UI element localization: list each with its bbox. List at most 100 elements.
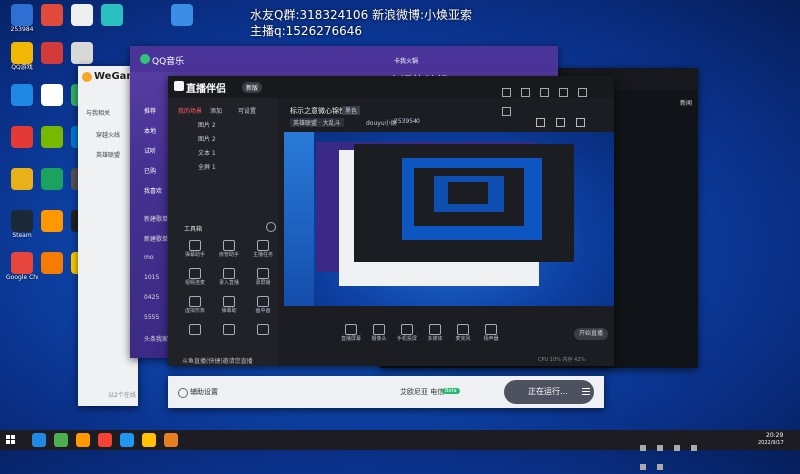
desktop-icon[interactable] — [36, 168, 68, 214]
desktop-icon[interactable] — [36, 42, 68, 88]
app-icon — [11, 210, 33, 232]
helper-game-select[interactable]: 艾欧尼亚 电信 — [400, 387, 444, 397]
toolbox-tool[interactable] — [218, 324, 240, 335]
desktop-icon[interactable] — [36, 210, 68, 256]
taskbar-app-icon[interactable] — [54, 433, 68, 447]
qqmusic-nav-item[interactable]: 推荐 — [144, 106, 156, 115]
room-category[interactable]: 英雄联盟 · 大乱斗 — [290, 118, 344, 127]
toolbox-tool[interactable]: 弹幕助手 — [184, 240, 206, 258]
taskbar-app-icon[interactable] — [142, 433, 156, 447]
helper-window: 辅助设置 艾欧尼亚 电信 Beta 正在运行... — [168, 376, 604, 408]
helper-settings-button[interactable]: 辅助设置 — [190, 387, 218, 397]
room-tag[interactable]: 黑色 — [342, 106, 361, 115]
desktop-icon[interactable]: Google Chrome — [6, 252, 38, 298]
scene-item[interactable]: 图片 2 — [198, 120, 216, 129]
taskbar-app-icon[interactable] — [164, 433, 178, 447]
tool-icon — [257, 296, 269, 307]
app-icon — [101, 4, 123, 26]
toolbox-tool[interactable]: 弹幕助 — [218, 296, 240, 314]
desktop-icon[interactable] — [96, 4, 128, 50]
bottom-tool-icon — [345, 324, 357, 335]
toolbox-tool[interactable]: 录屏播 — [252, 268, 274, 286]
live-notice[interactable]: 斗鱼直播(快捷)邀请您直播 — [182, 356, 253, 365]
tab-my-scenes[interactable]: 我的场景 — [178, 106, 202, 115]
taskbar-app-icon[interactable] — [76, 433, 90, 447]
desktop-icon[interactable] — [6, 84, 38, 130]
desktop-icon[interactable] — [6, 168, 38, 214]
taskbar-app-icon[interactable] — [32, 433, 46, 447]
qqmusic-nav-item[interactable]: 试听 — [144, 146, 156, 155]
bottom-tool-label: 手机投屏 — [396, 336, 417, 342]
wegame-item-2[interactable]: 英雄联盟 — [96, 150, 120, 159]
wegame-item-0[interactable]: 与我相关 — [86, 108, 110, 117]
toolbox-tool[interactable]: 主播任务 — [252, 240, 274, 258]
helper-run-label: 正在运行... — [528, 387, 568, 396]
toolbox-tool[interactable] — [252, 324, 274, 335]
desktop-icon[interactable] — [36, 126, 68, 172]
system-tray-icons[interactable] — [640, 436, 720, 470]
scene-item[interactable]: 图片 2 — [198, 134, 216, 143]
start-windows-icon[interactable] — [6, 435, 16, 445]
qqmusic-playlist-item[interactable]: mo — [144, 254, 154, 261]
bottom-tool[interactable]: 扬声器 — [480, 324, 502, 342]
qqmusic-nav-item[interactable]: 已购 — [144, 166, 156, 175]
app-icon — [171, 4, 193, 26]
tool-icon — [257, 240, 269, 251]
qqmusic-nav-item[interactable]: 本地 — [144, 126, 156, 135]
tool-label: 画中画 — [255, 308, 271, 314]
tool-icon — [189, 296, 201, 307]
tool-icon — [223, 324, 235, 335]
app-icon — [71, 4, 93, 26]
toolbox-tool[interactable]: 视频连麦 — [184, 268, 206, 286]
taskbar-app-icon[interactable] — [98, 433, 112, 447]
bottom-tool[interactable]: 手机投屏 — [396, 324, 418, 342]
qqmusic-playlist-item[interactable]: 新建歌单 — [144, 234, 168, 243]
menu-icon — [582, 388, 590, 389]
bottom-tool[interactable]: 麦克风 — [452, 324, 474, 342]
desktop-icon[interactable]: QQ游戏 — [6, 42, 38, 88]
toolbox-tool[interactable]: 虚拟形象 — [184, 296, 206, 314]
taskbar-app-icon[interactable] — [120, 433, 134, 447]
desktop-icon[interactable] — [166, 4, 198, 50]
scene-item[interactable]: 全屏 1 — [198, 162, 216, 171]
qqmusic-nav-item[interactable]: 我喜欢 — [144, 186, 162, 195]
helper-run-button[interactable]: 正在运行... — [504, 380, 594, 404]
tool-label: 虚拟形象 — [184, 308, 205, 314]
bottom-tool-label: 多媒体 — [427, 336, 443, 342]
desktop-icon[interactable] — [36, 84, 68, 130]
start-live-button[interactable]: 开始直播 — [574, 328, 608, 340]
wegame-footer: 以2个在线 — [108, 392, 136, 399]
qqmusic-playlist-item[interactable]: 0425 — [144, 294, 159, 301]
bottom-tool[interactable]: 多媒体 — [424, 324, 446, 342]
bottom-tool[interactable]: 直播屏幕 — [340, 324, 362, 342]
window-control-icons[interactable] — [502, 82, 602, 116]
toolbox-tool[interactable]: 录入直播 — [218, 268, 240, 286]
toolbox-more-icon[interactable] — [266, 222, 276, 232]
scene-item[interactable]: 文本 1 — [198, 148, 216, 157]
bottom-tool-label: 摄像头 — [371, 336, 387, 342]
qqmusic-playlist-item[interactable]: 5555 — [144, 314, 159, 321]
bottom-tool-label: 扬声器 — [483, 336, 499, 342]
desktop-icon[interactable] — [36, 252, 68, 298]
tab-settings[interactable]: 可设置 — [238, 106, 256, 115]
qqmusic-playlist-item[interactable]: 头条我家 — [144, 334, 168, 343]
taskbar-time[interactable]: 20:29 — [766, 432, 783, 439]
toolbox-tool[interactable]: 房管助手 — [218, 240, 240, 258]
live-version-badge[interactable]: 新版 — [242, 82, 263, 93]
taskbar-date[interactable]: 2022/9/17 — [758, 440, 784, 446]
qqmusic-logo-icon — [140, 54, 150, 64]
stream-preview[interactable] — [284, 132, 614, 318]
wegame-window: WeGame 与我相关 穿越火线 英雄联盟 以2个在线 — [78, 66, 138, 406]
bottom-tool[interactable]: 摄像头 — [368, 324, 390, 342]
desktop-icon[interactable] — [6, 126, 38, 172]
desktop-icon[interactable]: Steam — [6, 210, 38, 256]
wegame-item-1[interactable]: 穿越火线 — [96, 130, 120, 139]
tab-add[interactable]: 添加 — [210, 106, 222, 115]
room-action-icons[interactable] — [536, 112, 608, 146]
bottom-tool-label: 麦克风 — [455, 336, 471, 342]
qqmusic-playlist-item[interactable]: 1015 — [144, 274, 159, 281]
qqmusic-playlist-item[interactable]: 新建歌单 — [144, 214, 168, 223]
helper-settings-icon — [178, 388, 188, 398]
toolbox-tool[interactable] — [184, 324, 206, 335]
toolbox-tool[interactable]: 画中画 — [252, 296, 274, 314]
